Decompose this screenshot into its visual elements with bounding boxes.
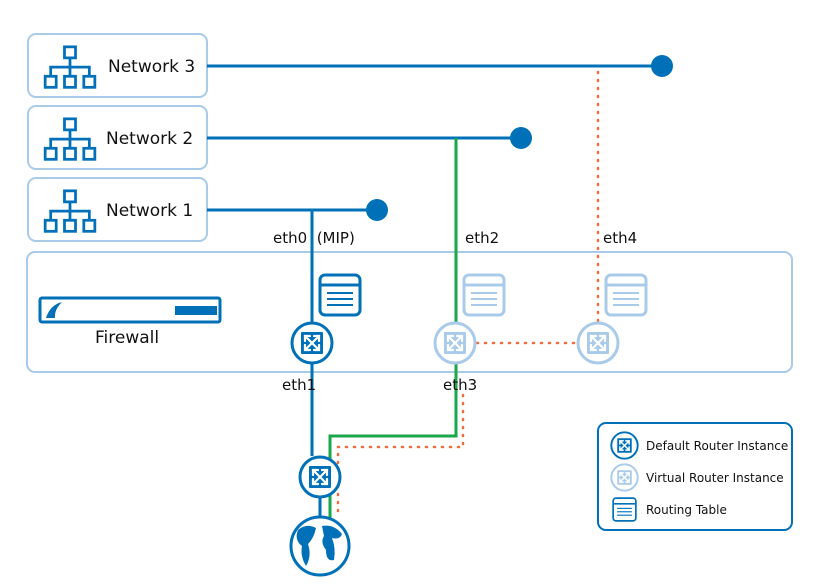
globe-icon xyxy=(289,515,351,577)
network-1-label: Network 1 xyxy=(106,201,193,221)
routing-diagram: Network 3 Network 2 Network 1 Firewall e… xyxy=(26,33,793,577)
eth0-label: eth0 (MIP) xyxy=(273,229,355,247)
legend-virtual-router: Virtual Router Instance xyxy=(646,471,784,485)
network-2-endpoint xyxy=(510,127,532,149)
network-3-label: Network 3 xyxy=(108,57,195,77)
network-buses xyxy=(207,64,662,212)
default-router-icon xyxy=(610,431,639,460)
network-2-label: Network 2 xyxy=(106,129,193,149)
network-3-endpoint xyxy=(651,55,673,77)
legend: Default Router Instance Virtual Router I… xyxy=(597,422,793,531)
eth1-label: eth1 xyxy=(282,376,316,394)
virtual-route-line-eth3 xyxy=(336,393,465,520)
network-3-box: Network 3 xyxy=(27,33,208,98)
network-1-endpoint xyxy=(366,199,388,221)
firewall-appliance-icon xyxy=(38,296,222,324)
eth3-label: eth3 xyxy=(443,376,477,394)
routing-table-icon[interactable] xyxy=(318,273,362,317)
network-1-box: Network 1 xyxy=(27,177,208,242)
virtual-router-icon xyxy=(610,463,639,492)
legend-default-router: Default Router Instance xyxy=(646,439,788,453)
routing-table-icon xyxy=(612,497,637,522)
network-2-box: Network 2 xyxy=(27,105,208,170)
virtual-router-icon[interactable] xyxy=(433,321,477,365)
routing-table-icon[interactable] xyxy=(604,273,648,317)
upstream-router-icon[interactable] xyxy=(298,455,342,499)
default-router-icon[interactable] xyxy=(290,321,334,365)
firewall-label: Firewall xyxy=(95,328,159,348)
eth2-label: eth2 xyxy=(465,229,499,247)
eth4-label: eth4 xyxy=(603,229,637,247)
routing-table-icon[interactable] xyxy=(462,273,506,317)
legend-routing-table: Routing Table xyxy=(646,503,727,517)
virtual-router-icon[interactable] xyxy=(576,321,620,365)
